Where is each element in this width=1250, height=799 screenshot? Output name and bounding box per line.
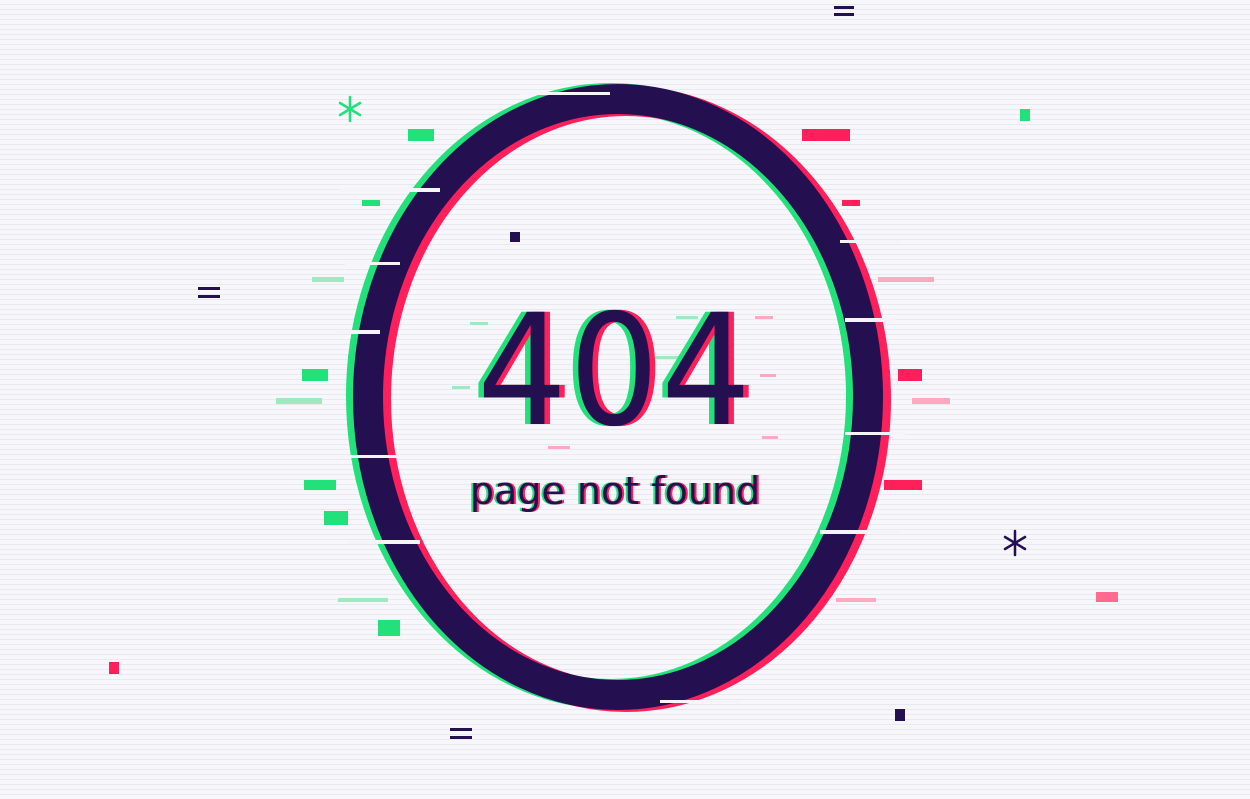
glitch-bar — [898, 369, 922, 381]
glitch-bar — [378, 620, 400, 636]
equals-icon — [198, 287, 220, 298]
glitch-bar — [302, 369, 328, 381]
asterisk-icon — [338, 95, 362, 123]
error-code: 404 404 404 — [471, 282, 756, 461]
error-message-text: page not found — [469, 469, 761, 513]
dot — [109, 662, 119, 674]
glitch-bar — [276, 398, 322, 404]
glitch-bar — [802, 129, 850, 141]
glitch-bar — [362, 200, 380, 206]
dot — [1020, 109, 1030, 121]
glitch-bar — [884, 480, 922, 490]
dot — [895, 709, 905, 721]
glitch-bar — [324, 511, 348, 525]
glitch-bar — [408, 129, 434, 141]
error-code-text: 404 — [477, 282, 753, 461]
asterisk-icon — [1003, 529, 1027, 557]
equals-icon — [834, 6, 854, 16]
error-scene: 404 404 404 page not found page not foun… — [0, 0, 1250, 799]
glitch-bar — [912, 398, 950, 404]
glitch-bar — [1096, 592, 1118, 602]
error-message: page not found page not found page not f… — [440, 468, 790, 514]
dot — [510, 232, 520, 242]
glitch-bar — [836, 598, 876, 602]
glitch-bar — [312, 277, 344, 282]
equals-icon — [450, 728, 472, 739]
glitch-bar — [878, 277, 934, 282]
glitch-bar — [842, 200, 860, 206]
glitch-bar — [338, 598, 388, 602]
glitch-bar — [304, 480, 336, 490]
